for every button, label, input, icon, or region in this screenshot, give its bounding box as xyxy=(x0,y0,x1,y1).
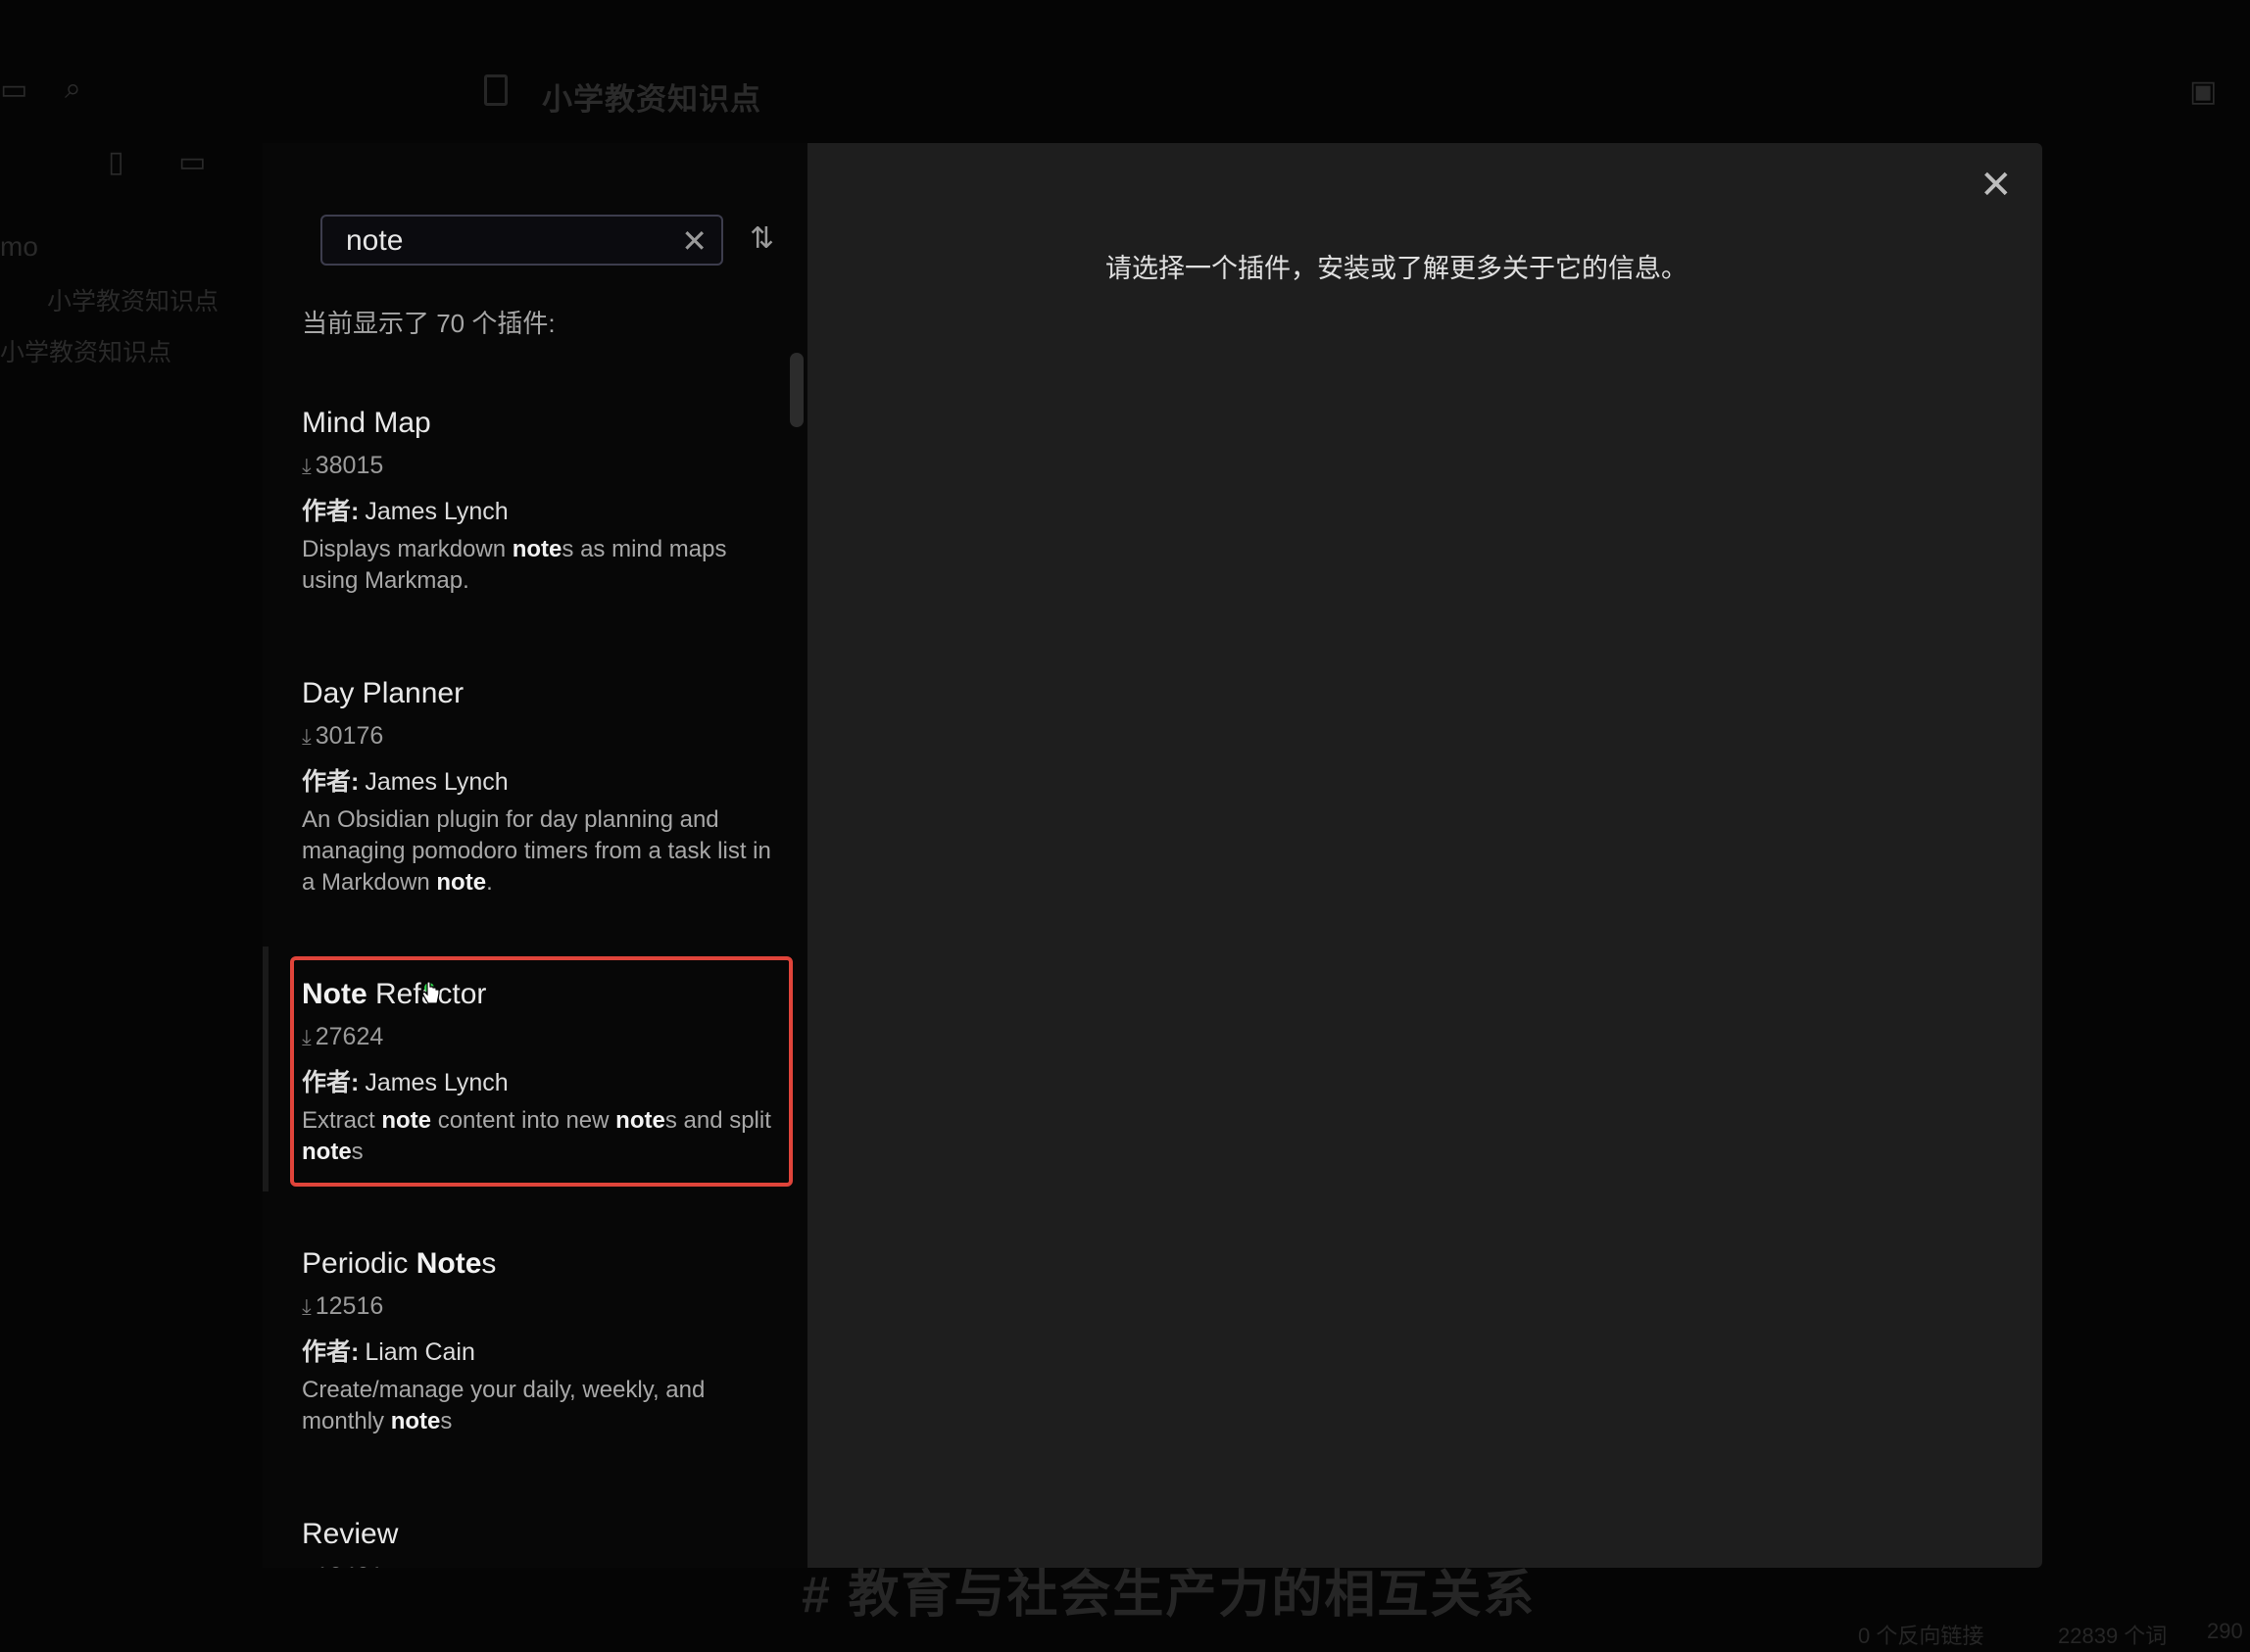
selection-highlight xyxy=(290,956,793,1187)
document-title: 小学教资知识点 xyxy=(542,82,761,117)
plugin-name: Review xyxy=(302,1518,399,1550)
plugin-name: Mind Map xyxy=(302,407,431,439)
download-icon: ⤓ xyxy=(302,1294,312,1319)
close-icon[interactable]: ✕ xyxy=(1980,163,2013,208)
plugin-author: 作者: James Lynch xyxy=(302,498,509,525)
plugin-downloads: ⤓ 12516 xyxy=(302,1292,384,1320)
plugin-item[interactable]: Periodic Notes ⤓ 12516 作者: Liam Cain Create/m… xyxy=(302,1244,782,1437)
sidebar-toggle-icon: ▣ xyxy=(2189,75,2218,108)
plugin-name: Periodic Notes xyxy=(302,1247,497,1280)
plugin-item[interactable]: Mind Map ⤓ 38015 作者: James Lynch Displays mar… xyxy=(302,404,782,597)
vault-name: mo xyxy=(0,231,38,262)
list-selection-rail xyxy=(263,947,269,1191)
plugin-description: An Obsidian plugin for day planning and … xyxy=(302,806,771,896)
plugin-author: 作者: James Lynch xyxy=(302,768,509,796)
download-icon: ⤓ xyxy=(302,1565,312,1568)
search-query: note xyxy=(346,224,404,257)
backlinks-count: 0 个反向链接 xyxy=(1858,1624,1984,1648)
folder-icon: ▭ xyxy=(0,73,28,106)
sidebar-file: 小学教资知识点 xyxy=(0,339,172,366)
plugin-search-input[interactable]: note ✕ xyxy=(320,215,723,266)
word-count: 22839 个词 xyxy=(2058,1624,2168,1648)
result-count: 当前显示了 70 个插件: xyxy=(302,309,556,338)
plugin-item[interactable]: Review ⤓10401 xyxy=(302,1515,782,1568)
plugin-description: Create/manage your daily, weekly, and mo… xyxy=(302,1377,706,1434)
plugin-item[interactable]: Day Planner ⤓ 30176 作者: James Lynch An Obsidi… xyxy=(302,674,782,899)
search-icon: ⌕ xyxy=(65,73,81,105)
plugin-downloads: ⤓ 38015 xyxy=(302,452,384,479)
char-count: 290 xyxy=(2207,1619,2243,1643)
plugin-name: Day Planner xyxy=(302,677,465,709)
download-icon: ⤓ xyxy=(302,724,312,749)
clear-search-icon[interactable]: ✕ xyxy=(681,222,708,260)
plugin-detail-panel xyxy=(807,143,2042,1568)
download-icon: ⤓ xyxy=(302,454,312,478)
plugin-downloads: ⤓ 30176 xyxy=(302,722,384,750)
new-note-icon: ▯ xyxy=(108,146,124,178)
sidebar-file: 小学教资知识点 xyxy=(47,288,220,316)
document-icon xyxy=(484,74,508,106)
plugin-downloads: ⤓10401 xyxy=(302,1560,782,1568)
plugin-description: Displays markdown notes as mind maps usi… xyxy=(302,536,727,594)
sort-icon[interactable]: ⇅ xyxy=(750,221,774,256)
hand-cursor-icon xyxy=(421,981,440,1004)
detail-placeholder-text: 请选择一个插件，安装或了解更多关于它的信息。 xyxy=(1105,254,1688,283)
plugin-author: 作者: Liam Cain xyxy=(302,1338,475,1366)
new-folder-icon: ▭ xyxy=(178,146,207,178)
scrollbar[interactable] xyxy=(790,353,804,427)
